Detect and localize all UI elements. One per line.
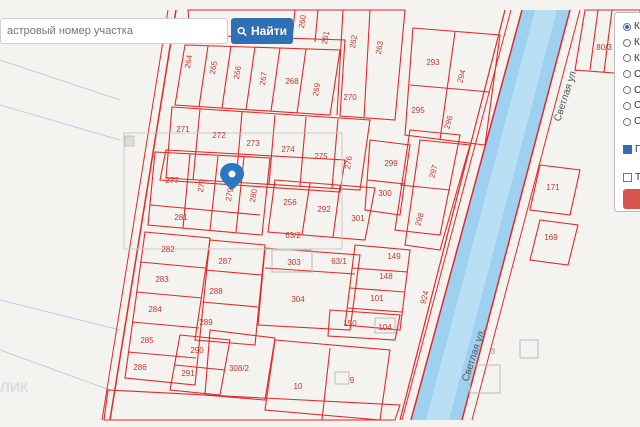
parcel-label: 308/2 — [229, 364, 250, 373]
parcel-label: 3 — [491, 347, 496, 356]
parcel-label: 304 — [291, 295, 305, 304]
search-button[interactable]: Найти — [231, 18, 293, 44]
parcel-label: 274 — [281, 145, 295, 154]
search-input[interactable] — [1, 19, 227, 43]
layer-option-label: К — [634, 21, 640, 33]
layer-option[interactable]: С — [623, 82, 640, 98]
parcel-label: 268 — [285, 77, 299, 86]
parcel-label: 275 — [314, 152, 328, 161]
parcel-label: 104 — [378, 323, 392, 332]
layer-option[interactable]: С — [623, 66, 640, 82]
parcel-label: 101 — [370, 294, 384, 303]
search-field[interactable] — [0, 18, 228, 44]
cadastral-map[interactable]: 264 265 266 267 268 269 270 262 261 260 … — [0, 0, 640, 427]
layer-option[interactable]: С — [623, 98, 640, 114]
checkbox[interactable] — [623, 172, 632, 182]
parcel-label: 284 — [148, 305, 162, 314]
parcel-label: 149 — [387, 252, 401, 261]
parcel-label: 148 — [379, 272, 393, 281]
layer-option[interactable]: К — [623, 19, 640, 35]
parcel-label: 300 — [378, 189, 392, 198]
layer-panel: К К К С С С С П Т — [614, 12, 640, 212]
layer-option-label: С — [634, 84, 640, 96]
parcel-label: 256 — [283, 198, 297, 207]
layer-option-label: К — [634, 52, 640, 64]
map-label-fragment: ЛИК — [0, 379, 29, 395]
parcel-label: 282 — [161, 245, 175, 254]
parcel-label: 63/2 — [285, 231, 301, 240]
parcel-label: 291 — [181, 369, 195, 378]
parcel-label: 289 — [199, 318, 213, 327]
parcel-label: 273 — [246, 139, 260, 148]
parcel-label: 272 — [212, 131, 226, 140]
layer-option[interactable]: С — [623, 114, 640, 130]
parcel-label: 293 — [426, 58, 440, 67]
parcel-label: 286 — [133, 363, 147, 372]
parcel-label: 277 — [165, 176, 179, 185]
radio-button[interactable] — [623, 22, 631, 31]
layer-option[interactable]: К — [623, 35, 640, 51]
apply-button[interactable] — [623, 189, 640, 209]
parcel-label: 270 — [343, 93, 357, 102]
parcel-label: 285 — [140, 336, 154, 345]
layer-option-label: К — [634, 37, 640, 49]
parcel-label: 271 — [176, 125, 190, 134]
parcel-label: 292 — [317, 205, 331, 214]
parcel-label: 290 — [190, 346, 204, 355]
checkbox-row[interactable]: Т — [623, 169, 640, 185]
radio-button[interactable] — [623, 86, 631, 95]
layer-option-label: С — [634, 116, 640, 128]
parcel-label: 287 — [218, 257, 232, 266]
parcel-label: 288 — [209, 287, 223, 296]
layer-option-label: С — [634, 100, 640, 112]
parcel-label: 63/1 — [331, 257, 347, 266]
checkbox-label: П — [635, 143, 640, 155]
parcel-label: 169 — [544, 233, 558, 242]
checkbox[interactable] — [623, 144, 632, 154]
radio-button[interactable] — [623, 117, 631, 126]
parcel-label: 281 — [174, 213, 188, 222]
parcel-label: 299 — [384, 159, 398, 168]
parcel-label: 171 — [546, 183, 560, 192]
radio-button[interactable] — [623, 101, 631, 110]
parcel-label: 9 — [350, 376, 355, 385]
parcel-label: 303 — [287, 258, 301, 267]
parcel-label: 283 — [155, 275, 169, 284]
checkbox-row[interactable]: П — [623, 142, 640, 158]
radio-button[interactable] — [623, 38, 631, 47]
layer-option-label: С — [634, 68, 640, 80]
parcel-label: 295 — [411, 106, 425, 115]
checkbox-label: Т — [635, 171, 640, 183]
search-icon — [237, 26, 247, 36]
search-button-label: Найти — [251, 24, 287, 38]
radio-button[interactable] — [623, 54, 631, 63]
parcel-label: 150 — [343, 319, 357, 328]
parcel-label: 80/3 — [596, 43, 612, 52]
parcel-label: 301 — [351, 214, 365, 223]
parcel-label: 10 — [294, 382, 303, 391]
radio-button[interactable] — [623, 70, 631, 79]
layer-option[interactable]: К — [623, 51, 640, 67]
broken-image-icon — [124, 135, 135, 147]
